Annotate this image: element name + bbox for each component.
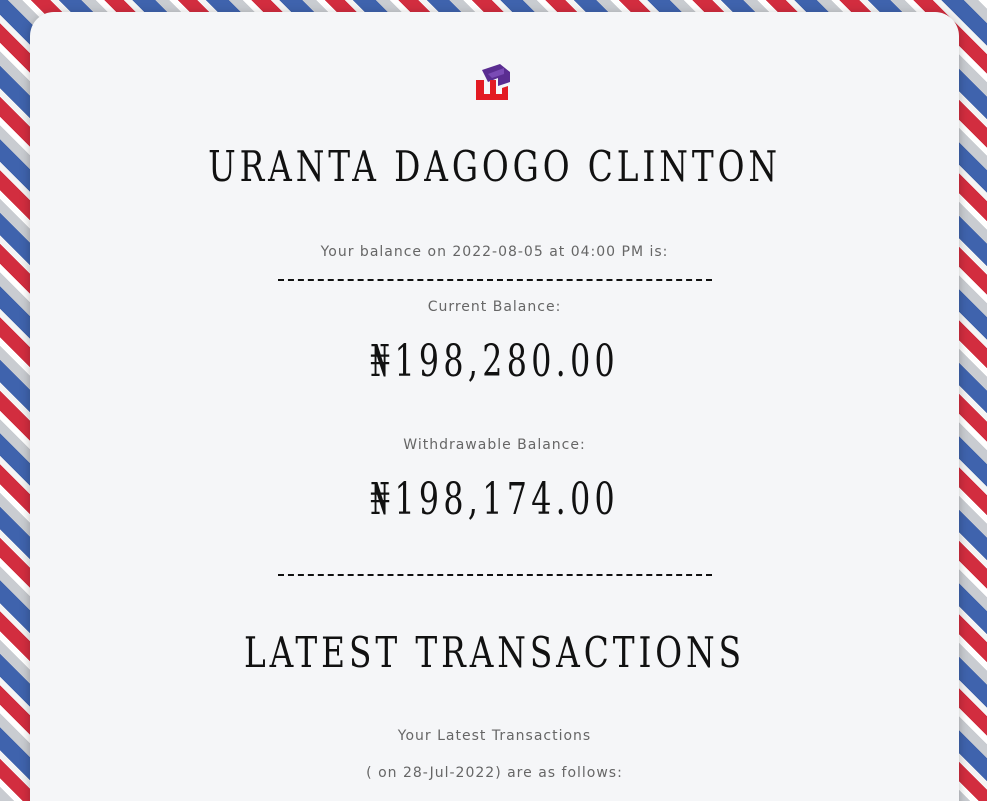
withdrawable-balance-label: Withdrawable Balance: bbox=[403, 437, 586, 453]
current-balance-label: Current Balance: bbox=[427, 299, 562, 315]
top-divider bbox=[278, 279, 712, 281]
latest-transactions-title: LATEST TRANSACTIONS bbox=[244, 628, 745, 677]
bottom-divider bbox=[278, 574, 712, 576]
brand-logo-icon bbox=[476, 64, 510, 100]
withdrawable-balance-amount: ₦198,174.00 bbox=[369, 474, 620, 525]
statement-card: URANTA DAGOGO CLINTON Your balance on 20… bbox=[30, 12, 959, 801]
latest-transactions-subtitle: Your Latest Transactions bbox=[397, 728, 592, 744]
balance-intro-text: Your balance on 2022-08-05 at 04:00 PM i… bbox=[320, 244, 669, 260]
transactions-date-line: ( on 28-Jul-2022) are as follows: bbox=[366, 765, 623, 781]
account-holder-name: URANTA DAGOGO CLINTON bbox=[208, 142, 781, 191]
current-balance-amount: ₦198,280.00 bbox=[369, 336, 620, 387]
